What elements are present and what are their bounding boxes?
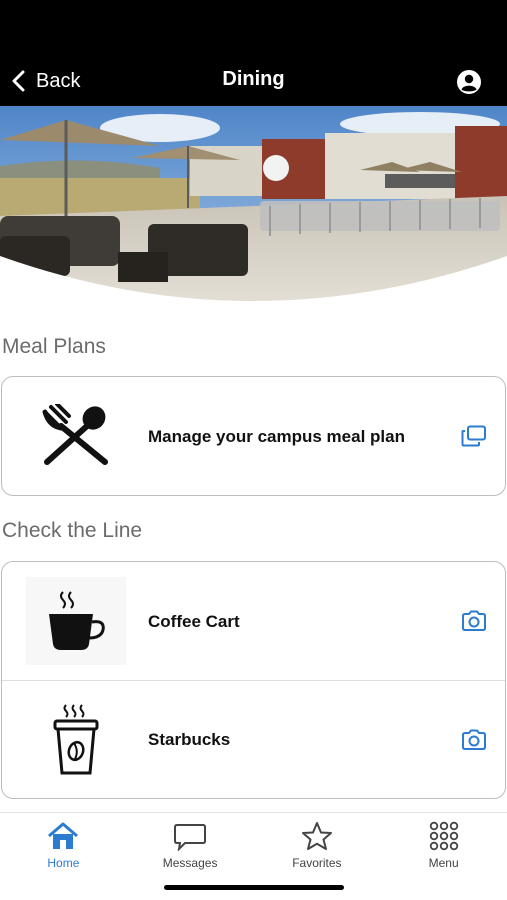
tab-messages-label: Messages: [162, 856, 218, 870]
hero-image: [0, 106, 507, 311]
manage-meal-plan-row[interactable]: Manage your campus meal plan: [2, 377, 505, 495]
coffee-cart-label: Coffee Cart: [148, 611, 240, 631]
meal-plans-title: Meal Plans: [2, 335, 106, 358]
camera-icon[interactable]: [461, 729, 487, 751]
app-header: Back Dining: [0, 0, 507, 106]
check-line-card: Coffee Cart Starbucks: [1, 561, 506, 799]
starbucks-label: Starbucks: [148, 730, 231, 749]
tab-home-label: Home: [47, 856, 80, 870]
page-title: Dining: [222, 68, 285, 90]
user-circle-icon[interactable]: [456, 69, 482, 95]
camera-icon[interactable]: [461, 610, 487, 632]
coffee-cart-row[interactable]: Coffee Cart: [2, 562, 505, 680]
fork-spoon-icon: [26, 392, 126, 480]
coffee-cup-icon: [26, 577, 126, 665]
manage-meal-plan-label: Manage your campus meal plan: [148, 426, 405, 446]
tab-favorites-label: Favorites: [292, 856, 342, 870]
home-indicator: [164, 885, 344, 890]
external-window-icon[interactable]: [461, 425, 487, 447]
tab-menu[interactable]: Menu: [380, 813, 507, 900]
tab-home[interactable]: Home: [0, 813, 127, 900]
starbucks-row[interactable]: Starbucks: [2, 680, 505, 798]
star-icon: [301, 822, 332, 850]
tab-menu-label: Menu: [428, 856, 459, 870]
chat-bubble-icon: [174, 824, 207, 851]
home-icon: [48, 822, 79, 849]
grid-dots-icon: [429, 821, 458, 851]
check-line-title: Check the Line: [2, 519, 143, 542]
to-go-coffee-icon: [26, 696, 126, 784]
meal-plans-card: Manage your campus meal plan: [1, 376, 506, 496]
